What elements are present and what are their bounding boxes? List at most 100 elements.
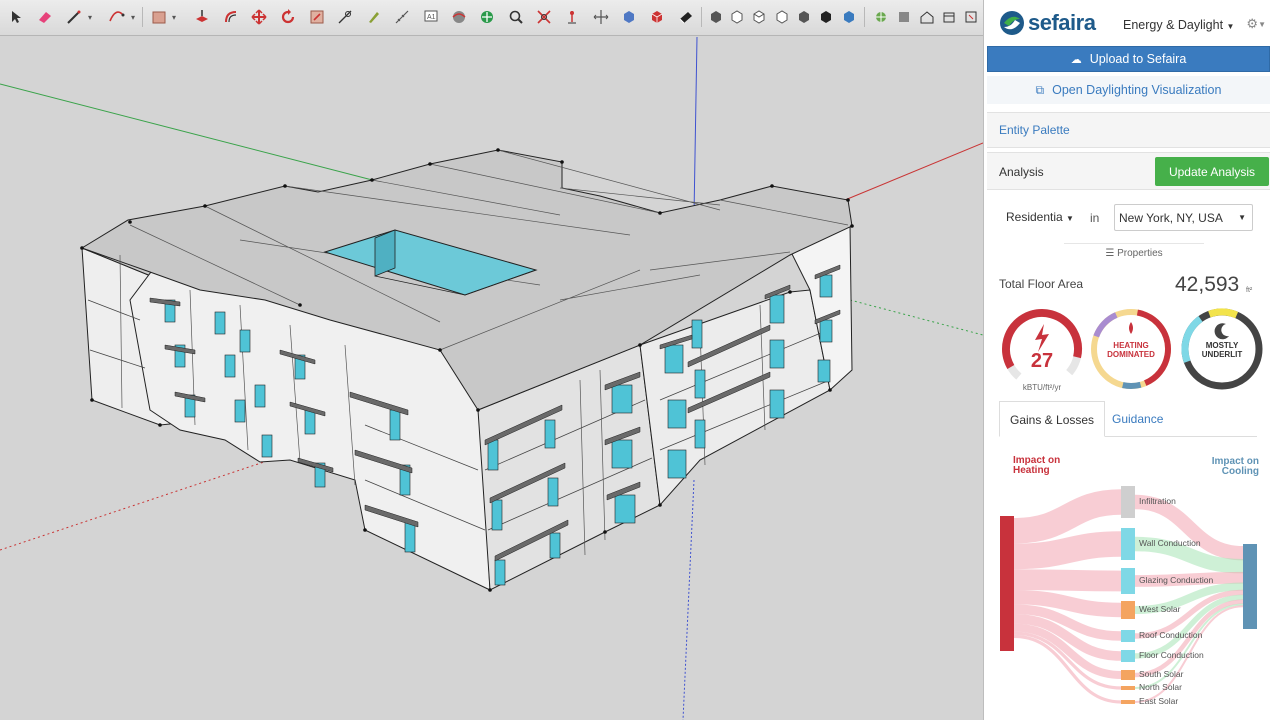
tape-measure-icon[interactable] (334, 6, 356, 28)
sankey-label: Wall Conduction (1139, 538, 1201, 548)
sankey-node-south-solar (1121, 670, 1135, 680)
view-back-icon[interactable] (793, 6, 815, 28)
lightning-icon (1035, 324, 1049, 352)
geo-location-icon[interactable] (870, 6, 892, 28)
flame-icon (1129, 322, 1133, 334)
gear-caret-icon[interactable]: ▼ (1258, 20, 1266, 29)
sankey-label: North Solar (1139, 682, 1182, 692)
properties-label: Properties (1117, 248, 1163, 259)
component-icon[interactable] (646, 6, 668, 28)
eraser-icon[interactable] (34, 6, 56, 28)
sankey-label: Roof Conduction (1139, 630, 1203, 640)
chevron-down-icon: ▼ (1226, 22, 1235, 31)
logo-text: sefaira (1028, 10, 1096, 35)
heating-badge: HEATING DOMINATED (1107, 341, 1155, 359)
model-viewport[interactable] (0, 37, 983, 720)
chevron-down-icon: ▼ (1238, 213, 1246, 222)
sankey-label: Infiltration (1139, 496, 1176, 506)
upload-label: Upload to Sefaira (1089, 52, 1187, 66)
tab-gains-losses[interactable]: Gains & Losses (999, 401, 1106, 437)
building-model[interactable] (0, 37, 983, 720)
location-label: New York, NY, USA (1119, 211, 1223, 225)
daylighting-viz-link[interactable]: ⧉ Open Daylighting Visualization (987, 76, 1270, 104)
view-right-icon[interactable] (771, 6, 793, 28)
impact-cooling-label: Impact on Cooling (1211, 456, 1259, 477)
floor-area-label: Total Floor Area (999, 277, 1084, 291)
tab-guidance[interactable]: Guidance (1102, 401, 1173, 437)
sankey-flow-heating (1013, 531, 1122, 570)
update-analysis-button[interactable]: Update Analysis (1155, 157, 1269, 186)
upload-button[interactable]: ☁ Upload to Sefaira (987, 46, 1270, 72)
heating-bar (1000, 516, 1014, 651)
location-select[interactable]: New York, NY, USA ▼ (1114, 204, 1253, 231)
in-label: in (1090, 211, 1100, 225)
gear-icon[interactable]: ⚙ (1246, 16, 1258, 32)
line-icon[interactable] (63, 6, 85, 28)
sankey-node-wall-conduction (1121, 528, 1135, 560)
eui-gauge (1002, 309, 1082, 389)
analysis-label: Analysis (999, 165, 1044, 179)
sankey-label: South Solar (1139, 669, 1184, 679)
building-type-dropdown[interactable]: Residentia ▼ (1006, 210, 1074, 224)
arc-icon[interactable] (106, 6, 128, 28)
zoom-icon[interactable] (505, 6, 527, 28)
view-top-icon[interactable] (726, 6, 748, 28)
external-link-icon: ⧉ (1035, 82, 1045, 97)
scale-icon[interactable] (306, 6, 328, 28)
sankey-node-north-solar (1121, 686, 1135, 690)
floor-area-value: 42,593 (1175, 273, 1240, 296)
select-icon[interactable] (5, 6, 27, 28)
entity-palette-bar[interactable]: Entity Palette (987, 112, 1270, 148)
sankey-label: Floor Conduction (1139, 650, 1204, 660)
rotate-icon[interactable] (277, 6, 299, 28)
warehouse-icon[interactable] (916, 6, 938, 28)
view-iso-icon[interactable] (705, 6, 727, 28)
dimension-icon[interactable] (391, 6, 413, 28)
viz-label: Open Daylighting Visualization (1052, 83, 1222, 97)
eui-value: 27 (1030, 350, 1054, 372)
move-icon[interactable] (248, 6, 270, 28)
sankey-label: West Solar (1139, 604, 1181, 614)
orbit-icon[interactable] (448, 6, 470, 28)
results-tabs: Gains & Losses Guidance (999, 401, 1257, 437)
zoom-extents-icon[interactable] (533, 6, 555, 28)
line-dropdown-icon[interactable]: ▾ (84, 6, 96, 28)
sankey-node-infiltration (1121, 486, 1135, 518)
text-icon[interactable]: A1 (420, 6, 442, 28)
panel-header: sefaira Energy & Daylight ▼ ⚙ ▼ (984, 0, 1280, 46)
push-pull-icon[interactable] (191, 6, 213, 28)
sankey-label: Glazing Conduction (1139, 575, 1214, 585)
sketchup-window: ▾ ▾ ▾ A1 sefaira Energy & Daylight ▼ ⚙ ▼… (0, 0, 1280, 720)
model-info-icon[interactable] (893, 6, 915, 28)
floor-area-unit: ft² (1246, 287, 1253, 294)
walk-icon[interactable] (590, 6, 612, 28)
arc-dropdown-icon[interactable]: ▾ (127, 6, 139, 28)
view-front-icon[interactable] (748, 6, 770, 28)
eui-unit: kBTU/ft²/yr (1022, 383, 1062, 392)
main-toolbar: ▾ ▾ ▾ A1 (0, 0, 983, 36)
extension-icon[interactable] (938, 6, 960, 28)
sankey-flow-heating (1013, 489, 1122, 544)
offset-icon[interactable] (220, 6, 242, 28)
mode-dropdown[interactable]: Energy & Daylight ▼ (1123, 18, 1234, 32)
material-icon[interactable] (675, 6, 697, 28)
layout-icon[interactable] (960, 6, 982, 28)
sefaira-logo-icon (1000, 11, 1024, 35)
properties-toggle[interactable]: ☰ Properties (1064, 243, 1204, 261)
section-plane-icon[interactable] (618, 6, 640, 28)
sankey-flow-heating (1013, 569, 1122, 592)
position-camera-icon[interactable] (561, 6, 583, 28)
paint-icon[interactable] (362, 6, 384, 28)
sankey-node-roof-conduction (1121, 630, 1135, 642)
sankey-node-glazing-conduction (1121, 568, 1135, 594)
sankey-label: East Solar (1139, 696, 1179, 706)
rectangle-icon[interactable] (148, 6, 170, 28)
view-bottom-icon[interactable] (838, 6, 860, 28)
sankey-node-floor-conduction (1121, 650, 1135, 662)
entity-palette-link[interactable]: Entity Palette (999, 123, 1070, 137)
view-left-icon[interactable] (815, 6, 837, 28)
cooling-bar (1243, 544, 1257, 629)
rectangle-dropdown-icon[interactable]: ▾ (168, 6, 180, 28)
pan-icon[interactable] (476, 6, 498, 28)
mode-label: Energy & Daylight (1123, 18, 1224, 32)
